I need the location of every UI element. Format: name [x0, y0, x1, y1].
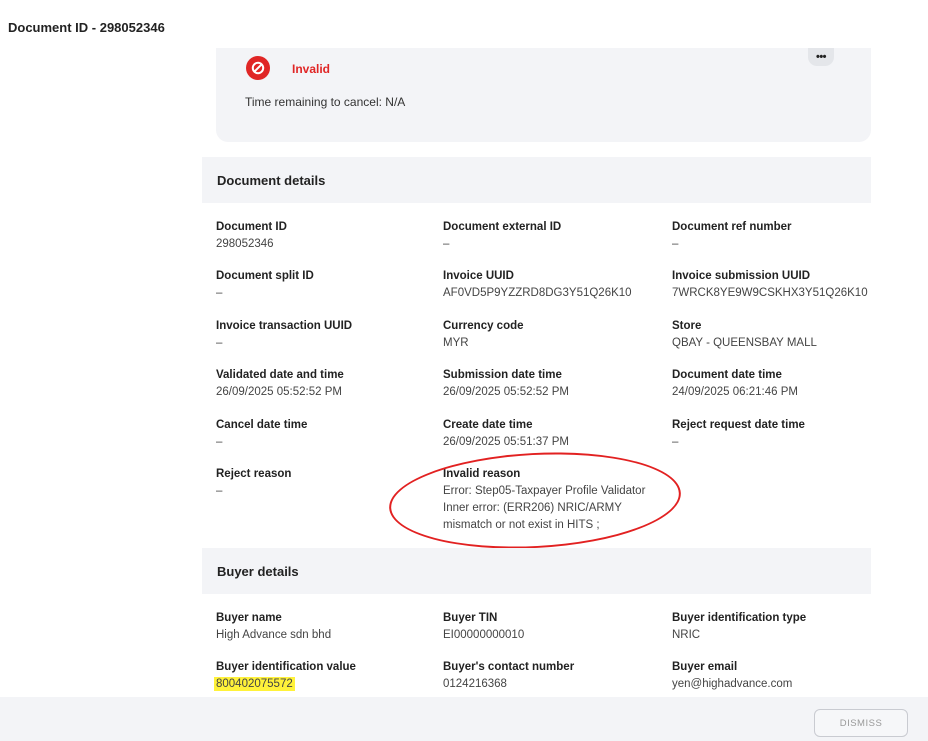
field-label: Currency code	[443, 320, 524, 332]
status-card: Invalid Time remaining to cancel: N/A ••…	[216, 48, 871, 142]
field-label: Invalid reason	[443, 468, 521, 480]
field-label: Buyer identification type	[672, 612, 807, 624]
field-create-date-time: Create date time 26/09/2025 05:51:37 PM	[443, 417, 569, 451]
field-label: Document date time	[672, 369, 782, 381]
field-currency-code: Currency code MYR	[443, 318, 524, 352]
highlighted-id-value: 800402075572	[214, 677, 295, 691]
field-value: AF0VD5P9YZZRD8DG3Y51Q26K10	[443, 287, 632, 299]
field-value: NRIC	[672, 629, 701, 641]
prohibited-icon	[246, 56, 270, 80]
field-submission-date-time: Submission date time 26/09/2025 05:52:52…	[443, 367, 569, 401]
field-buyer-name: Buyer name High Advance sdn bhd	[216, 610, 331, 644]
field-invoice-transaction-uuid: Invoice transaction UUID –	[216, 318, 352, 352]
field-document-ref-number: Document ref number –	[672, 219, 792, 253]
buyer-details-header: Buyer details	[202, 548, 871, 594]
field-invoice-uuid: Invoice UUID AF0VD5P9YZZRD8DG3Y51Q26K10	[443, 268, 632, 302]
field-label: Reject reason	[216, 468, 292, 480]
field-value: QBAY - QUEENSBAY MALL	[672, 337, 817, 349]
field-value: 26/09/2025 05:52:52 PM	[216, 386, 342, 398]
status-label: Invalid	[292, 62, 331, 76]
field-buyer-email: Buyer email yen@highadvance.com	[672, 659, 792, 693]
document-details-title: Document details	[217, 173, 326, 188]
field-label: Buyer TIN	[443, 612, 498, 624]
field-label: Cancel date time	[216, 419, 308, 431]
field-value: –	[216, 485, 223, 497]
field-label: Submission date time	[443, 369, 562, 381]
field-label: Store	[672, 320, 702, 332]
field-value: 7WRCK8YE9W9CSKHX3Y51Q26K10	[672, 287, 868, 299]
more-options-button[interactable]: •••	[808, 48, 834, 66]
field-label: Invoice UUID	[443, 270, 514, 282]
field-value: 298052346	[216, 238, 274, 250]
field-value: High Advance sdn bhd	[216, 629, 332, 641]
field-label: Invoice submission UUID	[672, 270, 811, 282]
field-value: –	[216, 287, 223, 299]
field-label: Buyer's contact number	[443, 661, 575, 673]
field-label: Document split ID	[216, 270, 314, 282]
field-label: Buyer name	[216, 612, 282, 624]
invalid-reason-text: Error: Step05-Taxpayer Profile Validator…	[443, 485, 646, 531]
field-label: Document ref number	[672, 221, 792, 233]
field-store: Store QBAY - QUEENSBAY MALL	[672, 318, 817, 352]
field-document-external-id: Document external ID –	[443, 219, 561, 253]
field-validated-date-time: Validated date and time 26/09/2025 05:52…	[216, 367, 344, 401]
field-value: 24/09/2025 06:21:46 PM	[672, 386, 798, 398]
field-reject-reason: Reject reason –	[216, 466, 291, 500]
field-document-split-id: Document split ID –	[216, 268, 314, 302]
field-value: 26/09/2025 05:51:37 PM	[443, 436, 569, 448]
field-value: 26/09/2025 05:52:52 PM	[443, 386, 569, 398]
field-value: –	[672, 436, 679, 448]
field-label: Document ID	[216, 221, 287, 233]
field-value: –	[216, 436, 223, 448]
field-document-date-time: Document date time 24/09/2025 06:21:46 P…	[672, 367, 798, 401]
field-buyer-contact-number: Buyer's contact number 0124216368	[443, 659, 574, 693]
buyer-details-title: Buyer details	[217, 564, 299, 579]
field-value: –	[672, 238, 679, 250]
field-label: Invoice transaction UUID	[216, 320, 353, 332]
field-invoice-submission-uuid: Invoice submission UUID 7WRCK8YE9W9CSKHX…	[672, 268, 868, 302]
field-document-id: Document ID 298052346	[216, 219, 287, 253]
field-buyer-tin: Buyer TIN EI00000000010	[443, 610, 524, 644]
field-buyer-identification-type: Buyer identification type NRIC	[672, 610, 806, 644]
time-remaining-text: Time remaining to cancel: N/A	[245, 95, 406, 109]
field-label: Buyer email	[672, 661, 738, 673]
field-label: Reject request date time	[672, 419, 805, 431]
field-cancel-date-time: Cancel date time –	[216, 417, 307, 451]
dismiss-button[interactable]: DISMISS	[814, 709, 908, 737]
page-title: Document ID - 298052346	[8, 20, 165, 35]
field-invalid-reason: Invalid reason Error: Step05-Taxpayer Pr…	[443, 466, 663, 534]
field-reject-request-date-time: Reject request date time –	[672, 417, 805, 451]
field-value: EI00000000010	[443, 629, 525, 641]
field-value: MYR	[443, 337, 469, 349]
field-label: Document external ID	[443, 221, 562, 233]
field-buyer-identification-value: Buyer identification value 800402075572	[214, 659, 356, 693]
field-value: 0124216368	[443, 678, 507, 690]
document-details-header: Document details	[202, 157, 871, 203]
dialog-footer: DISMISS	[0, 697, 928, 741]
field-value: yen@highadvance.com	[672, 678, 793, 690]
field-value: –	[216, 337, 223, 349]
field-label: Create date time	[443, 419, 533, 431]
field-label: Buyer identification value	[216, 661, 356, 673]
field-value: –	[443, 238, 450, 250]
field-label: Validated date and time	[216, 369, 344, 381]
